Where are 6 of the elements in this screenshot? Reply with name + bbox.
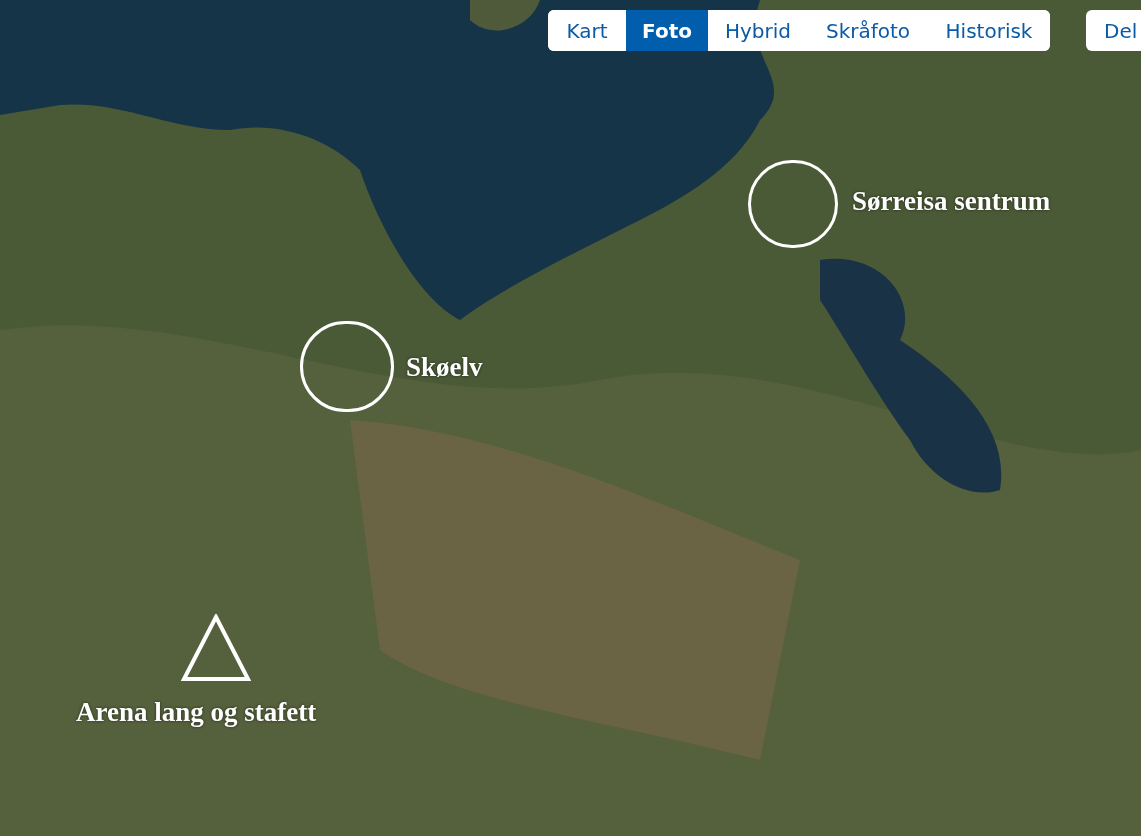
place-label: Skøelv [406, 354, 483, 381]
triangle-marker [181, 614, 251, 682]
place-label: Arena lang og stafett [76, 699, 317, 726]
share-button[interactable]: Del [1086, 10, 1141, 51]
view-tab[interactable]: Foto [626, 10, 708, 51]
place-label: Sørreisa sentrum [852, 188, 1051, 215]
